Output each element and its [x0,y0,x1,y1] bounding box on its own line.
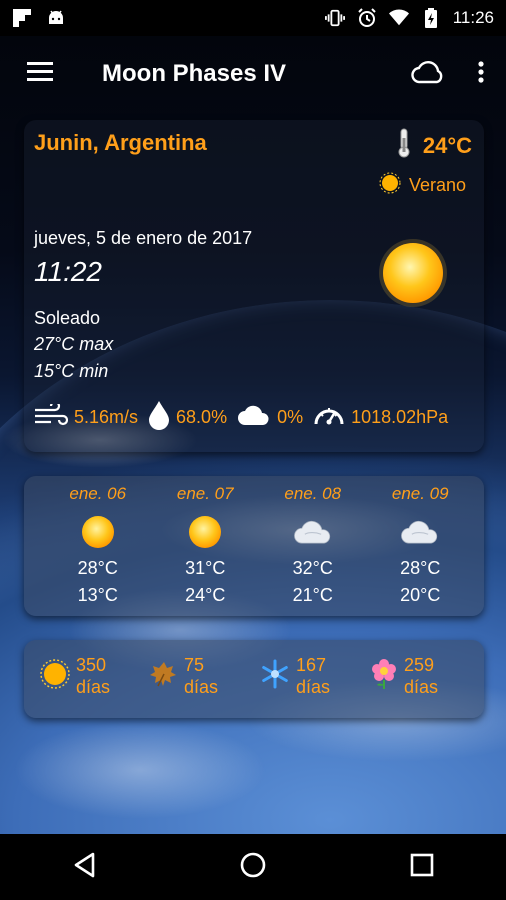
season-days-unit: días [184,677,219,697]
forecast-min: 24°C [185,585,226,605]
forecast-max: 32°C [292,558,333,578]
back-button[interactable] [39,834,129,900]
current-season: Verano [379,172,466,199]
forecast-day[interactable]: ene. 08 32°C 21°C [259,484,367,606]
current-date: jueves, 5 de enero de 2017 [34,228,253,248]
season-sun-icon [379,172,401,199]
season-days-row: 350 días 75 días 167 días 259 días [40,654,480,698]
season-days-card[interactable]: 350 días 75 días 167 días 259 días [24,640,484,718]
cloud-button[interactable] [400,36,456,112]
forecast-max: 28°C [77,558,118,578]
wifi-icon [388,8,409,28]
humidity-value: 68.0% [176,407,228,427]
season-days-unit: días [76,677,111,697]
wind-value: 5.16m/s [74,407,139,427]
season-winter: 167 días [260,654,370,698]
season-spring: 259 días [370,654,480,698]
temp-min: 15°C min [34,361,109,381]
cloud-cover-stat: 0% [237,404,303,431]
spring-flower-icon [370,658,398,695]
current-weather-card[interactable]: Junin, Argentina 24°C Verano jueves, 5 d… [24,120,484,452]
app-title: Moon Phases IV [102,60,287,87]
humidity-stat: 68.0% [148,400,227,435]
location-name: Junin, Argentina [34,130,207,155]
temp-max: 27°C max [34,334,114,354]
cloud-icon [293,512,333,552]
cloud-cover-value: 0% [277,407,304,427]
forecast-date: ene. 09 [391,484,449,503]
more-vert-icon [478,60,484,88]
battery-charging-icon [421,8,441,28]
forecast-day[interactable]: ene. 09 28°C 20°C [367,484,475,606]
forecast-card[interactable]: ene. 06 28°C 13°C ene. 07 31°C 24°C ene.… [24,476,484,616]
season-days-unit: días [404,677,439,697]
status-bar: 11:26 [0,0,506,36]
forecast-day[interactable]: ene. 06 28°C 13°C [44,484,152,606]
cloud-cover-icon [237,404,271,431]
home-button[interactable] [208,834,298,900]
menu-button[interactable] [0,36,80,112]
current-time: 11:22 [34,256,102,287]
forecast-max: 31°C [185,558,226,578]
home-icon [239,851,267,884]
wind-stat: 5.16m/s [34,400,139,431]
more-options-button[interactable] [456,36,506,112]
forecast-day[interactable]: ene. 07 31°C 24°C [152,484,260,606]
forecast-date: ene. 07 [176,484,234,503]
forecast-min: 20°C [400,585,441,605]
summer-sun-icon [40,658,70,694]
season-summer: 350 días [40,654,150,698]
current-temperature: 24°C [397,128,472,164]
forecast-min: 21°C [292,585,333,605]
gauge-icon [313,400,345,435]
weather-stats: 5.16m/s 68.0% 0% 1018.02hPa [34,400,474,435]
navigation-bar [0,834,506,900]
app-bar: Moon Phases IV [0,36,506,112]
sun-icon [185,512,225,552]
season-days-count: 259 [404,655,435,675]
recents-button[interactable] [377,834,467,900]
season-days-count: 167 [296,655,327,675]
vibrate-icon [324,8,345,28]
thermometer-icon [397,128,411,164]
season-days-count: 350 [76,655,107,675]
recents-icon [410,853,434,882]
season-autumn: 75 días [150,654,260,698]
back-icon [73,852,95,883]
cloud-icon [400,512,440,552]
water-drop-icon [148,400,170,435]
status-time: 11:26 [452,8,494,27]
forecast-date: ene. 06 [69,484,127,503]
menu-icon [27,61,53,87]
cloud-icon [411,60,445,89]
android-icon [46,8,66,28]
season-days-unit: días [296,677,331,697]
forecast-row: ene. 06 28°C 13°C ene. 07 31°C 24°C ene.… [44,484,474,606]
weather-condition: Soleado [34,308,101,328]
winter-snowflake-icon [260,659,290,694]
forecast-max: 28°C [400,558,441,578]
season-label: Verano [408,175,466,195]
autumn-leaf-icon [150,660,178,693]
wind-icon [34,400,69,431]
flipboard-icon [12,8,32,28]
alarm-icon [357,8,377,28]
forecast-date: ene. 08 [284,484,342,503]
season-days-count: 75 [184,655,205,675]
temperature-value: 24°C [422,133,472,158]
sun-icon [78,512,118,552]
sun-icon [378,238,448,308]
pressure-value: 1018.02hPa [351,407,449,427]
forecast-min: 13°C [77,585,118,605]
pressure-stat: 1018.02hPa [313,400,448,435]
